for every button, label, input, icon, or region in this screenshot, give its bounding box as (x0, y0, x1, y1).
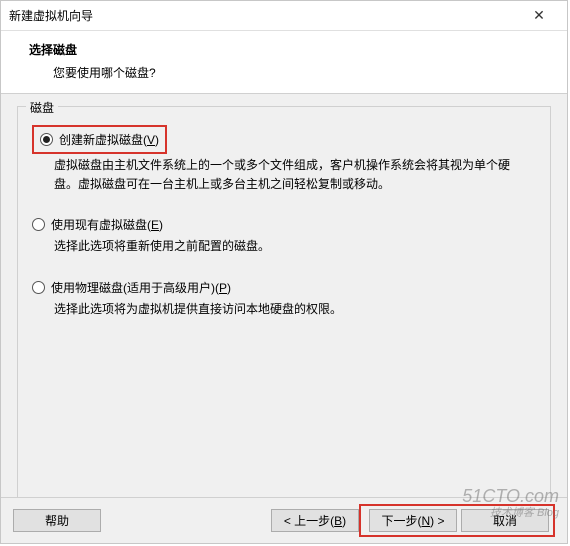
header-subtitle: 您要使用哪个磁盘? (53, 64, 551, 81)
header-panel: 选择磁盘 您要使用哪个磁盘? (1, 31, 567, 94)
back-button[interactable]: < 上一步(B) (271, 509, 359, 532)
title-bar: 新建虚拟机向导 ✕ (1, 1, 567, 31)
footer-bar: 帮助 < 上一步(B) 下一步(N) > 取消 (1, 497, 567, 543)
option-physical-desc: 选择此选项将为虚拟机提供直接访问本地硬盘的权限。 (54, 300, 526, 319)
option-existing-desc: 选择此选项将重新使用之前配置的磁盘。 (54, 237, 526, 256)
highlight-next-button: 下一步(N) > 取消 (359, 504, 555, 537)
radio-use-physical-disk-label[interactable]: 使用物理磁盘(适用于高级用户)(P) (51, 279, 231, 296)
help-button[interactable]: 帮助 (13, 509, 101, 532)
option-physical-row: 使用物理磁盘(适用于高级用户)(P) (32, 279, 536, 296)
header-title: 选择磁盘 (29, 41, 551, 58)
radio-use-existing-disk[interactable] (32, 218, 45, 231)
radio-create-new-disk[interactable] (40, 133, 53, 146)
cancel-button[interactable]: 取消 (461, 509, 549, 532)
window-title: 新建虚拟机向导 (9, 7, 519, 24)
option-existing-row: 使用现有虚拟磁盘(E) (32, 216, 536, 233)
disk-group: 磁盘 创建新虚拟磁盘(V) 虚拟磁盘由主机文件系统上的一个或多个文件组成，客户机… (17, 106, 551, 501)
close-icon[interactable]: ✕ (519, 7, 559, 24)
highlight-selected-option: 创建新虚拟磁盘(V) (32, 125, 167, 154)
next-button[interactable]: 下一步(N) > (369, 509, 457, 532)
radio-use-physical-disk[interactable] (32, 281, 45, 294)
content-area: 磁盘 创建新虚拟磁盘(V) 虚拟磁盘由主机文件系统上的一个或多个文件组成，客户机… (1, 94, 567, 504)
radio-create-new-disk-label[interactable]: 创建新虚拟磁盘(V) (59, 131, 159, 148)
radio-use-existing-disk-label[interactable]: 使用现有虚拟磁盘(E) (51, 216, 163, 233)
group-legend: 磁盘 (26, 99, 58, 116)
option-create-desc: 虚拟磁盘由主机文件系统上的一个或多个文件组成，客户机操作系统会将其视为单个硬盘。… (54, 156, 526, 194)
wizard-dialog: 新建虚拟机向导 ✕ 选择磁盘 您要使用哪个磁盘? 磁盘 创建新虚拟磁盘(V) 虚… (0, 0, 568, 544)
